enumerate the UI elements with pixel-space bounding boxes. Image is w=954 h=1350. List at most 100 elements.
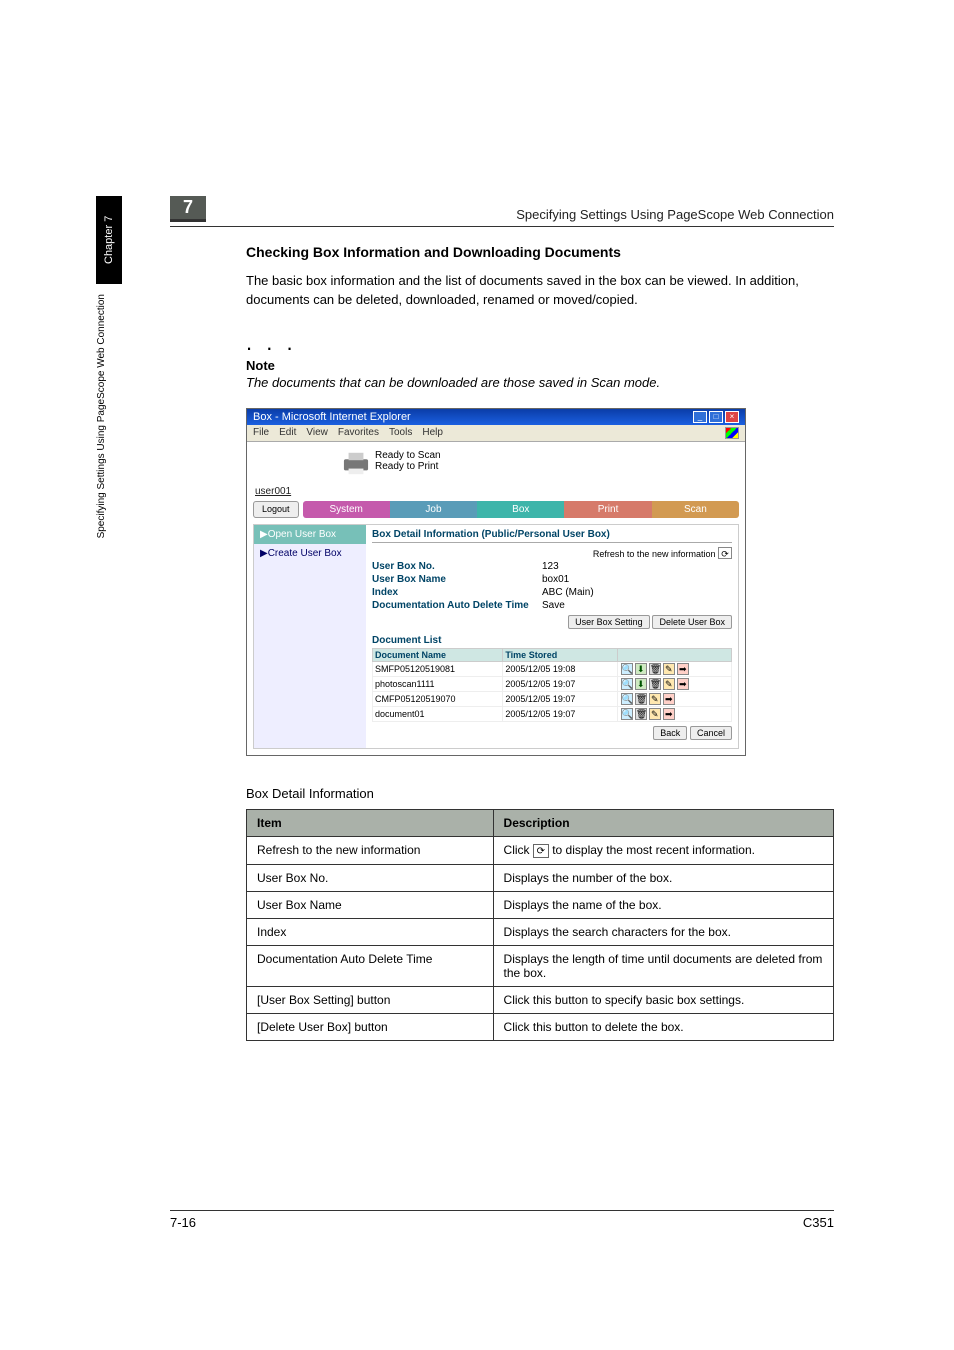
status-print: Ready to Print (375, 461, 441, 472)
main-tabs: Logout System Job Box Print Scan (253, 501, 739, 518)
table-row: [Delete User Box] buttonClick this butto… (247, 1013, 834, 1040)
download-icon[interactable]: ⬇ (635, 678, 647, 690)
page-number: 7-16 (170, 1215, 196, 1230)
menu-help[interactable]: Help (422, 427, 443, 439)
rename-icon[interactable]: ✎ (649, 693, 661, 705)
cell-desc: Click this button to specify basic box s… (493, 986, 833, 1013)
cell-desc: Displays the length of time until docume… (493, 945, 833, 986)
model-number: C351 (803, 1215, 834, 1230)
rename-icon[interactable]: ✎ (663, 678, 675, 690)
rename-icon[interactable]: ✎ (663, 663, 675, 675)
move-icon[interactable]: ➡ (663, 693, 675, 705)
value-user-box-no: 123 (542, 561, 732, 572)
label-index: Index (372, 587, 542, 598)
cell-item: [User Box Setting] button (247, 986, 494, 1013)
section-title: Checking Box Information and Downloading… (246, 244, 834, 260)
nav-create-user-box[interactable]: ▶Create User Box (254, 544, 366, 563)
th-description: Description (493, 809, 833, 836)
move-icon[interactable]: ➡ (677, 678, 689, 690)
table-row: document012005/12/05 19:07🔍🗑✎➡ (373, 706, 732, 721)
delete-icon[interactable]: 🗑 (635, 708, 647, 720)
cell-desc: Displays the name of the box. (493, 891, 833, 918)
cell-desc: Displays the number of the box. (493, 864, 833, 891)
menu-view[interactable]: View (306, 427, 328, 439)
content-column: Checking Box Information and Downloading… (246, 244, 834, 1041)
table-row: CMFP051205190702005/12/05 19:07🔍🗑✎➡ (373, 691, 732, 706)
cell-item: [Delete User Box] button (247, 1013, 494, 1040)
table-row: photoscan11112005/12/05 19:07🔍⬇🗑✎➡ (373, 676, 732, 691)
page-header: 7 Specifying Settings Using PageScope We… (170, 196, 834, 227)
cell-desc: Displays the search characters for the b… (493, 918, 833, 945)
table-row: SMFP051205190812005/12/05 19:08🔍⬇🗑✎➡ (373, 661, 732, 676)
value-index: ABC (Main) (542, 587, 732, 598)
close-icon[interactable]: × (725, 411, 739, 423)
back-button[interactable]: Back (653, 726, 687, 740)
move-icon[interactable]: ➡ (663, 708, 675, 720)
tab-print[interactable]: Print (564, 501, 651, 518)
tab-job[interactable]: Job (390, 501, 477, 518)
detail-panel: Box Detail Information (Public/Personal … (366, 525, 738, 748)
delete-icon[interactable]: 🗑 (649, 663, 661, 675)
logout-button[interactable]: Logout (253, 501, 299, 518)
printer-icon (341, 450, 371, 476)
page-footer: 7-16 C351 (170, 1210, 834, 1230)
maximize-icon[interactable]: □ (709, 411, 723, 423)
side-running-title: Specifying Settings Using PageScope Web … (96, 284, 107, 548)
view-icon[interactable]: 🔍 (621, 708, 633, 720)
ie-logo-icon (725, 427, 739, 439)
note-block: . . . Note The documents that can be dow… (246, 330, 834, 390)
table-row: [User Box Setting] buttonClick this butt… (247, 986, 834, 1013)
refresh-label: Refresh to the new information (593, 549, 716, 559)
cancel-button[interactable]: Cancel (690, 726, 732, 740)
logged-in-user[interactable]: user001 (255, 486, 745, 497)
cell-item: Index (247, 918, 494, 945)
label-user-box-no: User Box No. (372, 561, 542, 572)
table-row: Documentation Auto Delete TimeDisplays t… (247, 945, 834, 986)
window-titlebar: Box - Microsoft Internet Explorer _ □ × (247, 409, 745, 425)
user-box-setting-button[interactable]: User Box Setting (568, 615, 650, 629)
side-nav: ▶Open User Box ▶Create User Box (254, 525, 366, 748)
detail-heading: Box Detail Information (Public/Personal … (372, 529, 732, 543)
cell-item: User Box No. (247, 864, 494, 891)
panel: ▶Open User Box ▶Create User Box Box Deta… (253, 524, 739, 749)
chapter-label: Chapter 7 (96, 196, 122, 284)
delete-icon[interactable]: 🗑 (649, 678, 661, 690)
chapter-number-badge: 7 (170, 196, 206, 222)
menu-favorites[interactable]: Favorites (338, 427, 379, 439)
tab-scan[interactable]: Scan (652, 501, 739, 518)
document-list-table: Document Name Time Stored SMFP0512051908… (372, 648, 732, 722)
menu-tools[interactable]: Tools (389, 427, 412, 439)
status-area: Ready to Scan Ready to Print (247, 442, 745, 482)
label-user-box-name: User Box Name (372, 574, 542, 585)
download-icon[interactable]: ⬇ (635, 663, 647, 675)
box-detail-table: Item Description Refresh to the new info… (246, 809, 834, 1041)
delete-user-box-button[interactable]: Delete User Box (652, 615, 732, 629)
screenshot-body: Ready to Scan Ready to Print user001 Log… (247, 442, 745, 749)
window-title: Box - Microsoft Internet Explorer (253, 411, 411, 423)
note-heading: Note (246, 358, 834, 373)
view-icon[interactable]: 🔍 (621, 663, 633, 675)
menu-edit[interactable]: Edit (279, 427, 296, 439)
window-controls: _ □ × (693, 411, 739, 423)
cell-item: User Box Name (247, 891, 494, 918)
cell-desc: Click ⟳ to display the most recent infor… (493, 836, 833, 864)
value-auto-delete: Save (542, 600, 732, 611)
tab-system[interactable]: System (303, 501, 390, 518)
table-row: User Box NameDisplays the name of the bo… (247, 891, 834, 918)
view-icon[interactable]: 🔍 (621, 678, 633, 690)
move-icon[interactable]: ➡ (677, 663, 689, 675)
screenshot-window: Box - Microsoft Internet Explorer _ □ × … (246, 408, 746, 756)
note-text: The documents that can be downloaded are… (246, 375, 834, 390)
delete-icon[interactable]: 🗑 (635, 693, 647, 705)
nav-open-user-box[interactable]: ▶Open User Box (254, 525, 366, 544)
menubar: File Edit View Favorites Tools Help (247, 425, 745, 442)
view-icon[interactable]: 🔍 (621, 693, 633, 705)
refresh-icon[interactable]: ⟳ (718, 547, 732, 559)
menu-file[interactable]: File (253, 427, 269, 439)
tab-box[interactable]: Box (477, 501, 564, 518)
running-title: Specifying Settings Using PageScope Web … (516, 207, 834, 222)
rename-icon[interactable]: ✎ (649, 708, 661, 720)
section-body: The basic box information and the list o… (246, 272, 834, 310)
label-auto-delete: Documentation Auto Delete Time (372, 600, 542, 611)
minimize-icon[interactable]: _ (693, 411, 707, 423)
